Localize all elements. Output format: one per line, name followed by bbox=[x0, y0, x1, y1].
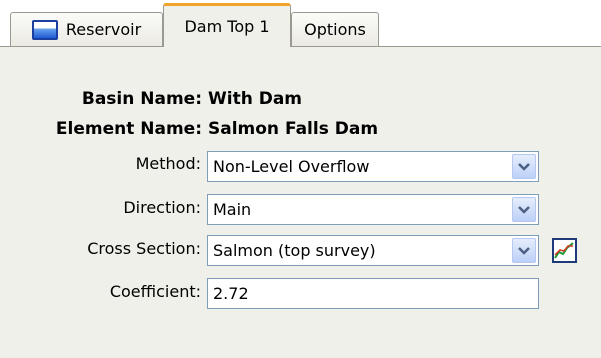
cross-section-select[interactable]: Salmon (top survey) bbox=[207, 235, 539, 266]
direction-label: Direction: bbox=[123, 198, 201, 217]
basin-name-value: With Dam bbox=[208, 89, 303, 109]
cross-section-label: Cross Section: bbox=[87, 239, 201, 258]
reservoir-icon bbox=[31, 19, 58, 40]
cross-section-graph-icon bbox=[554, 242, 574, 259]
tab-options-label: Options bbox=[304, 20, 366, 39]
chevron-down-icon bbox=[518, 205, 530, 214]
cross-section-dropdown-button[interactable] bbox=[512, 238, 536, 263]
tab-strip: Reservoir Dam Top 1 Options bbox=[0, 0, 601, 47]
dam-top-panel: Basin Name: With Dam Element Name: Salmo… bbox=[0, 46, 601, 358]
coefficient-field[interactable]: 2.72 bbox=[207, 278, 539, 309]
cross-section-graph-button[interactable] bbox=[552, 238, 577, 263]
chevron-down-icon bbox=[518, 246, 530, 255]
coefficient-label: Coefficient: bbox=[109, 282, 201, 301]
element-name-label: Element Name: bbox=[55, 119, 202, 139]
tab-options[interactable]: Options bbox=[291, 12, 379, 46]
method-label: Method: bbox=[135, 154, 201, 173]
tab-reservoir-label: Reservoir bbox=[65, 20, 142, 39]
method-select[interactable]: Non-Level Overflow bbox=[207, 151, 539, 182]
tab-dam-top-1[interactable]: Dam Top 1 bbox=[163, 3, 291, 47]
direction-dropdown-button[interactable] bbox=[512, 197, 536, 222]
method-dropdown-button[interactable] bbox=[512, 154, 536, 179]
chevron-down-icon bbox=[518, 162, 530, 171]
tab-dam-top-1-label: Dam Top 1 bbox=[184, 17, 270, 36]
coefficient-field-value: 2.72 bbox=[213, 284, 249, 303]
method-select-value: Non-Level Overflow bbox=[213, 157, 370, 176]
cross-section-select-value: Salmon (top survey) bbox=[213, 241, 376, 260]
element-name-value: Salmon Falls Dam bbox=[208, 119, 379, 139]
direction-select-value: Main bbox=[213, 200, 252, 219]
tab-reservoir[interactable]: Reservoir bbox=[10, 12, 163, 46]
direction-select[interactable]: Main bbox=[207, 194, 539, 225]
basin-name-label: Basin Name: bbox=[81, 89, 202, 109]
